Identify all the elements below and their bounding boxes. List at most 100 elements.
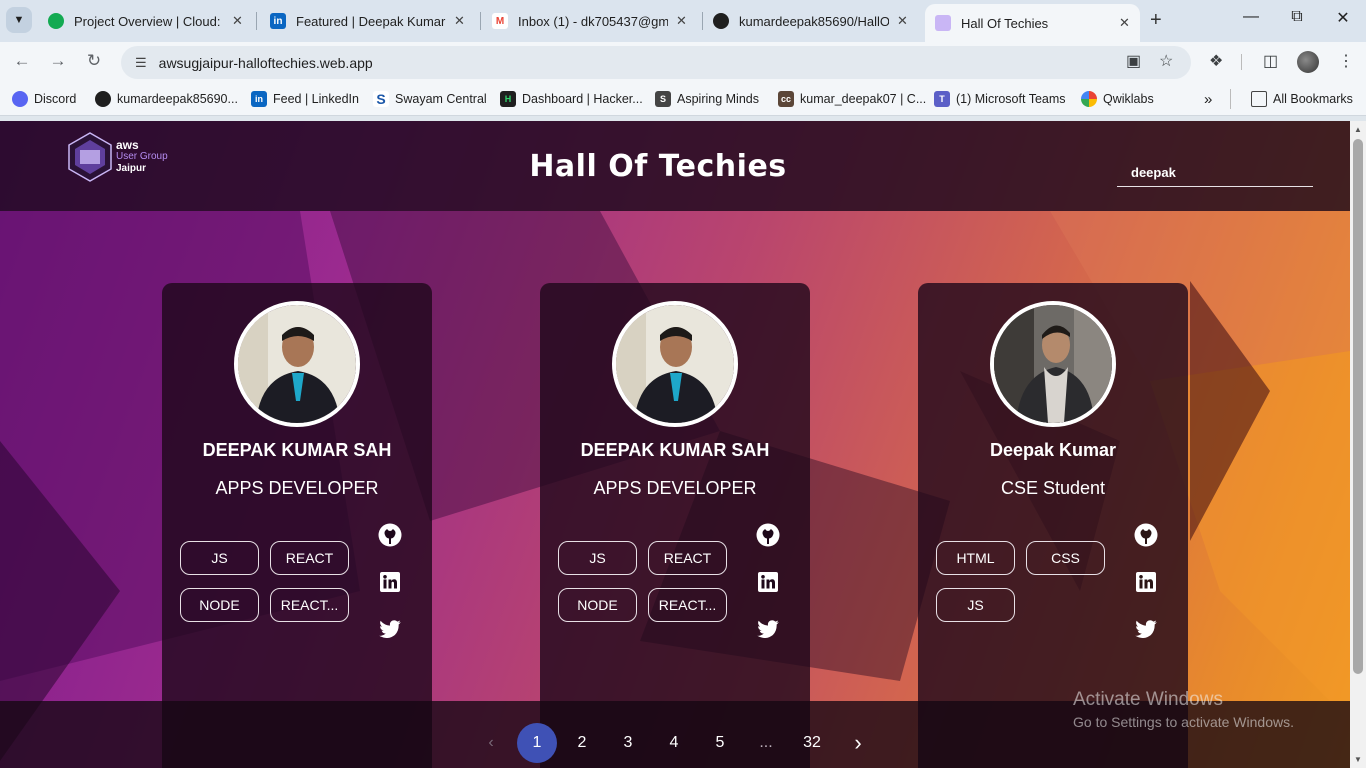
bookmark-label: kumar_deepak07 | C... (800, 92, 927, 106)
address-bar[interactable]: ☰ awsugjaipur-halloftechies.web.app (121, 46, 1191, 79)
skill-tag: JS (936, 588, 1015, 622)
aspiring-minds-icon: S (655, 91, 671, 107)
gmail-icon: M (492, 13, 508, 29)
url-text[interactable]: awsugjaipur-halloftechies.web.app (159, 55, 373, 71)
chevron-left-icon: ‹ (488, 734, 494, 751)
page-button-5[interactable]: 5 (700, 723, 740, 763)
bookmark-linkedin[interactable]: in Feed | LinkedIn (251, 91, 359, 107)
swayam-icon: S (373, 91, 389, 107)
github-icon (378, 523, 402, 547)
folder-icon (1251, 91, 1267, 107)
browser-tab-4[interactable]: kumardeepak85690/HallOfTe ✕ (703, 5, 918, 37)
linkedin-icon: in (270, 13, 286, 29)
twitter-link[interactable] (754, 615, 782, 643)
browser-tab-2[interactable]: in Featured | Deepak Kumar | Li ✕ (260, 5, 475, 37)
chevron-right-icon: › (854, 730, 862, 755)
card-role: APPS DEVELOPER (215, 478, 379, 498)
bookmark-discord[interactable]: Discord (12, 91, 76, 107)
pagination-ellipsis: ... (759, 734, 773, 751)
tab-separator (480, 12, 481, 30)
twitter-link[interactable] (1132, 615, 1160, 643)
browser-tab-3[interactable]: M Inbox (1) - dk705437@gmai ✕ (482, 5, 697, 37)
profile-card: DEEPAK KUMAR SAH APPS DEVELOPER JS REACT… (540, 283, 810, 768)
arrow-right-icon: → (49, 51, 67, 70)
bookmark-qwiklabs[interactable]: Qwiklabs (1081, 91, 1154, 107)
browser-tab-active[interactable]: Hall Of Techies ✕ (925, 4, 1140, 42)
skill-tag: REACT... (270, 588, 349, 622)
aws-usergroup-icon (935, 15, 951, 31)
github-link[interactable] (754, 521, 782, 549)
close-icon[interactable]: ✕ (232, 13, 243, 29)
site-settings-icon[interactable]: ☰ (135, 55, 147, 71)
next-page-button[interactable]: › (838, 723, 878, 763)
close-icon[interactable]: ✕ (676, 13, 687, 29)
avatar (612, 301, 738, 427)
tab-title: Featured | Deepak Kumar | Li (296, 13, 446, 29)
page-button-3[interactable]: 3 (608, 723, 648, 763)
scrollbar-thumb[interactable] (1353, 139, 1363, 674)
close-icon[interactable]: ✕ (1119, 15, 1130, 31)
tab-search-button[interactable]: ▼ (6, 7, 32, 33)
minimize-button[interactable]: — (1236, 8, 1266, 26)
page-button-1[interactable]: 1 (517, 723, 557, 763)
teams-icon: T (934, 91, 950, 107)
bookmark-swayam[interactable]: S Swayam Central (373, 91, 487, 107)
site-header: aws User Group Jaipur Hall Of Techies (0, 121, 1350, 211)
bookmark-codechef[interactable]: cc kumar_deepak07 | C... (778, 91, 926, 107)
github-icon (713, 13, 729, 29)
browser-toolbar: ← → ↻ ☰ awsugjaipur-halloftechies.web.ap… (0, 42, 1366, 83)
linkedin-icon (758, 572, 778, 592)
github-link[interactable] (376, 521, 404, 549)
skill-tag: REACT (270, 541, 349, 575)
close-window-button[interactable]: ✕ (1328, 8, 1358, 28)
github-link[interactable] (1132, 521, 1160, 549)
bookmark-github[interactable]: kumardeepak85690... (95, 91, 238, 107)
scroll-up-icon[interactable]: ▲ (1354, 125, 1362, 134)
menu-kebab-icon[interactable]: ⋮ (1338, 51, 1354, 71)
prev-page-button[interactable]: ‹ (471, 723, 511, 763)
close-icon[interactable]: ✕ (454, 13, 465, 29)
avatar (234, 301, 360, 427)
new-tab-button[interactable]: + (1150, 9, 1162, 32)
bookmark-label: Aspiring Minds (677, 92, 759, 106)
extensions-icon[interactable]: ❖ (1209, 51, 1223, 71)
twitter-link[interactable] (376, 615, 404, 643)
back-button[interactable]: ← (10, 51, 34, 71)
codechef-icon: cc (778, 91, 794, 107)
scroll-down-icon[interactable]: ▼ (1354, 755, 1362, 764)
page-button-32[interactable]: 32 (792, 723, 832, 763)
page-button-2[interactable]: 2 (562, 723, 602, 763)
avatar (990, 301, 1116, 427)
linkedin-link[interactable] (376, 568, 404, 596)
restore-icon: ⧉ (1291, 8, 1303, 25)
more-bookmarks-button[interactable]: » (1204, 91, 1212, 108)
page-viewport: aws User Group Jaipur Hall Of Techies DE… (0, 121, 1350, 768)
discord-icon (12, 91, 28, 107)
browser-tab-1[interactable]: Project Overview | Cloud: Mo ✕ (38, 5, 253, 37)
bookmark-label: All Bookmarks (1273, 92, 1353, 106)
card-role: APPS DEVELOPER (593, 478, 757, 498)
page-button-4[interactable]: 4 (654, 723, 694, 763)
bookmark-star-icon[interactable]: ☆ (1159, 51, 1173, 71)
linkedin-link[interactable] (754, 568, 782, 596)
search-input[interactable] (1117, 153, 1313, 187)
install-app-icon[interactable]: ▣ (1126, 51, 1141, 71)
linkedin-link[interactable] (1132, 568, 1160, 596)
profile-avatar[interactable] (1297, 51, 1319, 73)
restore-button[interactable]: ⧉ (1282, 8, 1312, 26)
page-scrollbar[interactable]: ▲ ▼ (1350, 121, 1366, 768)
forward-button[interactable]: → (46, 51, 70, 71)
minimize-icon: — (1243, 8, 1259, 25)
side-panel-icon[interactable]: ◫ (1263, 51, 1278, 71)
tab-separator (256, 12, 257, 30)
all-bookmarks-button[interactable]: All Bookmarks (1251, 91, 1353, 107)
bookmark-hackerearth[interactable]: H Dashboard | Hacker... (500, 91, 643, 107)
tab-title: kumardeepak85690/HallOfTe (739, 13, 889, 29)
bookmark-label: Feed | LinkedIn (273, 92, 359, 106)
arrow-left-icon: ← (13, 51, 31, 70)
plus-icon: + (1150, 9, 1162, 31)
close-icon[interactable]: ✕ (897, 13, 908, 29)
reload-button[interactable]: ↻ (82, 51, 106, 71)
bookmark-aspiring-minds[interactable]: S Aspiring Minds (655, 91, 759, 107)
bookmark-teams[interactable]: T (1) Microsoft Teams (934, 91, 1066, 107)
